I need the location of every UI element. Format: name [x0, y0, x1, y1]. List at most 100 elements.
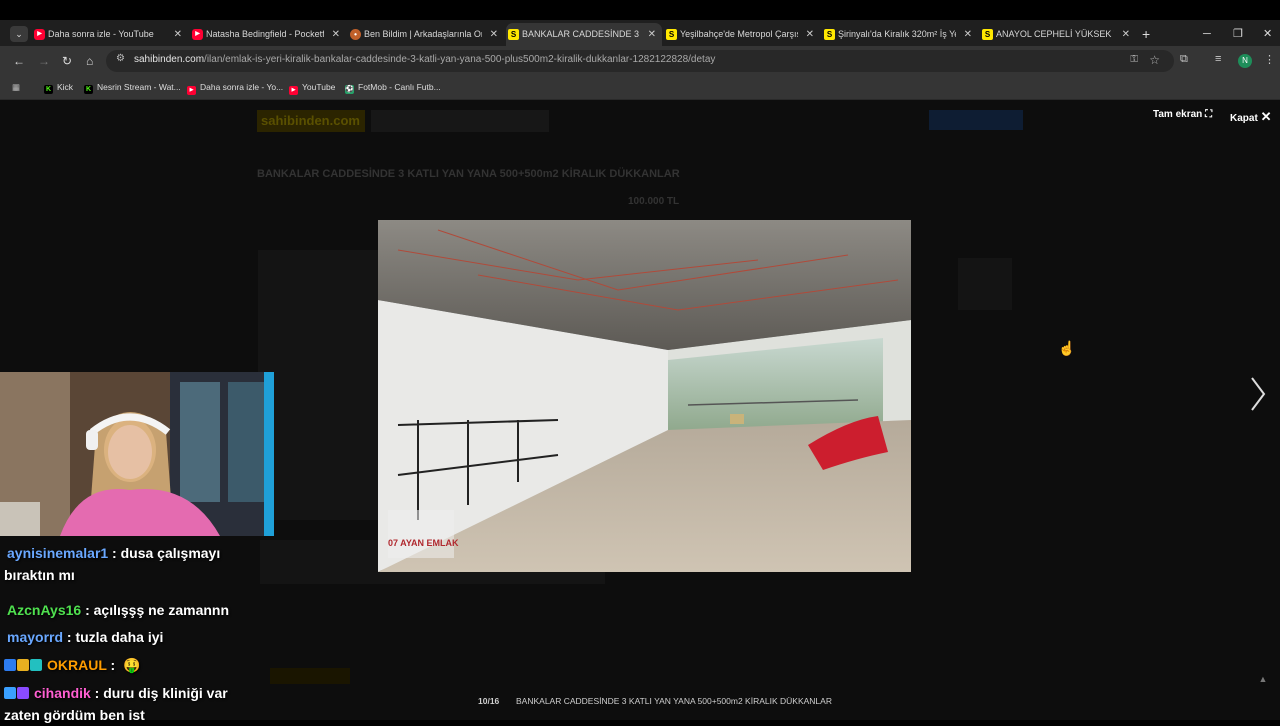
sahibinden-icon: S [982, 29, 993, 40]
tab-close-icon[interactable]: ✕ [806, 23, 814, 46]
chat-badge-icon [17, 687, 29, 699]
bookmark-item[interactable]: K Nesrin Stream - Wat... [84, 80, 181, 94]
chat-username[interactable]: aynisinemalar1 [7, 545, 108, 561]
close-label: Kapat [1230, 113, 1258, 124]
bookmark-item[interactable]: ⚽ FotMob - Canlı Futb... [345, 80, 441, 94]
fullscreen-button[interactable]: Tam ekran ⛶ [1153, 109, 1212, 120]
chevron-right-icon [1251, 377, 1266, 411]
browser-tab[interactable]: SANAYOL CEPHELİ YÜKSEK TAVA ✕ [980, 23, 1136, 46]
minimize-icon[interactable]: ─ [1203, 23, 1211, 46]
close-button[interactable]: Kapat ✕ [1230, 109, 1271, 125]
site-info-icon[interactable]: ⚙ [116, 53, 125, 64]
tab-search-button[interactable]: ⌄ [10, 26, 28, 42]
gallery-area [258, 250, 378, 520]
apps-grid-icon[interactable]: ▦ [12, 80, 20, 94]
chat-emote: 🤑 [123, 657, 141, 673]
chat-username[interactable]: mayorrd [7, 629, 63, 645]
tab-close-icon[interactable]: ✕ [1122, 23, 1130, 46]
home-icon[interactable]: ⌂ [86, 52, 93, 70]
reload-icon[interactable]: ↻ [62, 52, 72, 70]
chat-badge-icon [30, 659, 42, 671]
listing-photo: 07 AYAN EMLAK [378, 220, 911, 572]
sahibinden-icon: S [666, 29, 677, 40]
tab-close-icon[interactable]: ✕ [648, 23, 656, 46]
tab-close-icon[interactable]: ✕ [174, 23, 182, 46]
browser-tab[interactable]: SBANKALAR CADDESİNDE 3 KAT ✕ [506, 23, 662, 46]
bookmark-label: Kick [57, 82, 74, 92]
tab-strip: ⌄ ▶ Daha sonra izle - YouTube ✕ ▶ Natasha Be… [0, 0, 1280, 46]
site-logo: sahibinden.com [257, 110, 365, 132]
photo-caption: BANKALAR CADDESİNDE 3 KATLI YAN YANA 500… [516, 696, 832, 706]
youtube-icon: ▶ [34, 29, 45, 40]
chat-text: : [106, 657, 116, 673]
bookmark-star-icon[interactable]: ☆ [1149, 53, 1160, 67]
fullscreen-icon: ⛶ [1205, 109, 1213, 120]
browser-toolbar: ← → ↻ ⌂ ⚙ sahibinden.com/ilan/emlak-is-y… [0, 46, 1280, 76]
chat-message: aynisinemalar1 : dusa çalışmayı bıraktın… [4, 542, 266, 586]
tab-title: Natasha Bedingfield - Pocketful [206, 29, 324, 39]
photo-watermark: 07 AYAN EMLAK [388, 538, 459, 548]
address-bar[interactable]: ⚙ sahibinden.com/ilan/emlak-is-yeri-kira… [106, 50, 1174, 72]
youtube-icon: ▶ [289, 86, 298, 95]
site-search-input [371, 110, 549, 132]
listing-price: 100.000 TL [628, 196, 680, 207]
site-favicon-icon: • [350, 29, 361, 40]
tab-title: Daha sonra izle - YouTube [48, 29, 154, 39]
restore-icon[interactable]: ❐ [1233, 23, 1243, 46]
streamer-webcam [0, 372, 274, 536]
window-close-icon[interactable]: ✕ [1263, 23, 1272, 46]
chat-badge-icon [17, 659, 29, 671]
new-tab-button[interactable]: + [1142, 23, 1150, 46]
chat-badge-icon [4, 659, 16, 671]
info-tab [270, 668, 350, 684]
fotmob-icon: ⚽ [345, 85, 354, 94]
room-photo-image [378, 220, 911, 572]
browser-tab[interactable]: S Yeşilbahçe'de Metropol Çarşısı ✕ [664, 23, 820, 46]
browser-tab[interactable]: ▶ Natasha Bedingfield - Pocketful ✕ [190, 23, 346, 46]
browser-tab[interactable]: ▶ Daha sonra izle - YouTube ✕ [32, 23, 188, 46]
chat-badge-icon [4, 687, 16, 699]
bookmark-label: Daha sonra izle - Yo... [200, 82, 284, 92]
photo-counter: 10/16 [478, 696, 500, 706]
tab-close-icon[interactable]: ✕ [964, 23, 972, 46]
back-icon[interactable]: ← [13, 52, 25, 70]
post-ad-button [929, 110, 1023, 130]
password-key-icon[interactable]: ⚿ [1130, 54, 1138, 65]
listing-title: BANKALAR CADDESİNDE 3 KATLI YAN YANA 500… [257, 168, 680, 180]
webcam-image [0, 372, 274, 536]
profile-avatar[interactable]: N [1238, 54, 1252, 68]
kick-icon: K [44, 85, 53, 94]
forward-icon[interactable]: → [38, 52, 50, 70]
extensions-icon[interactable]: ⧉ [1180, 53, 1188, 66]
browser-tab[interactable]: S Şirinyalı'da Kiralık 320m² İş Yeri ✕ [822, 23, 978, 46]
media-control-icon[interactable]: ≡ [1215, 53, 1221, 65]
tab-title: Şirinyalı'da Kiralık 320m² İş Yeri [838, 29, 956, 39]
fullscreen-label: Tam ekran [1153, 109, 1203, 120]
chat-username[interactable]: cihandik [34, 685, 91, 701]
tab-title: BANKALAR CADDESİNDE 3 KAT [522, 29, 640, 39]
address-host: sahibinden.com [134, 54, 205, 65]
bookmark-item[interactable]: K Kick [44, 80, 73, 94]
bookmark-item[interactable]: ▶ Daha sonra izle - Yo... [187, 80, 283, 95]
tab-close-icon[interactable]: ✕ [332, 23, 340, 46]
chat-username[interactable]: OKRAUL [47, 657, 107, 673]
tab-close-icon[interactable]: ✕ [490, 23, 498, 46]
scroll-top-icon[interactable]: ▲ [1256, 674, 1270, 688]
chat-username[interactable]: AzcnAys16 [7, 602, 81, 618]
menu-kebab-icon[interactable]: ⋮ [1264, 53, 1275, 66]
sahibinden-icon: S [824, 29, 835, 40]
bookmark-item[interactable]: ▶ YouTube [289, 80, 335, 95]
tab-title: Yeşilbahçe'de Metropol Çarşısı [680, 29, 798, 39]
tab-title: ANAYOL CEPHELİ YÜKSEK TAVA [996, 29, 1114, 39]
browser-tab[interactable]: • Ben Bildim | Arkadaşlarınla Onl ✕ [348, 23, 504, 46]
youtube-icon: ▶ [187, 86, 196, 95]
bookmark-label: Nesrin Stream - Wat... [97, 82, 181, 92]
mouse-cursor-icon: ☝ [1058, 340, 1076, 356]
chat-text: : tuzla daha iyi [63, 629, 164, 645]
next-photo-button[interactable] [1248, 374, 1268, 414]
address-url: sahibinden.com/ilan/emlak-is-yeri-kirali… [134, 54, 715, 65]
tab-title: Ben Bildim | Arkadaşlarınla Onl [364, 29, 482, 39]
chat-text: : açılışşş ne zamannn [81, 602, 230, 618]
bookmark-label: FotMob - Canlı Futb... [358, 82, 441, 92]
kick-icon: K [84, 85, 93, 94]
